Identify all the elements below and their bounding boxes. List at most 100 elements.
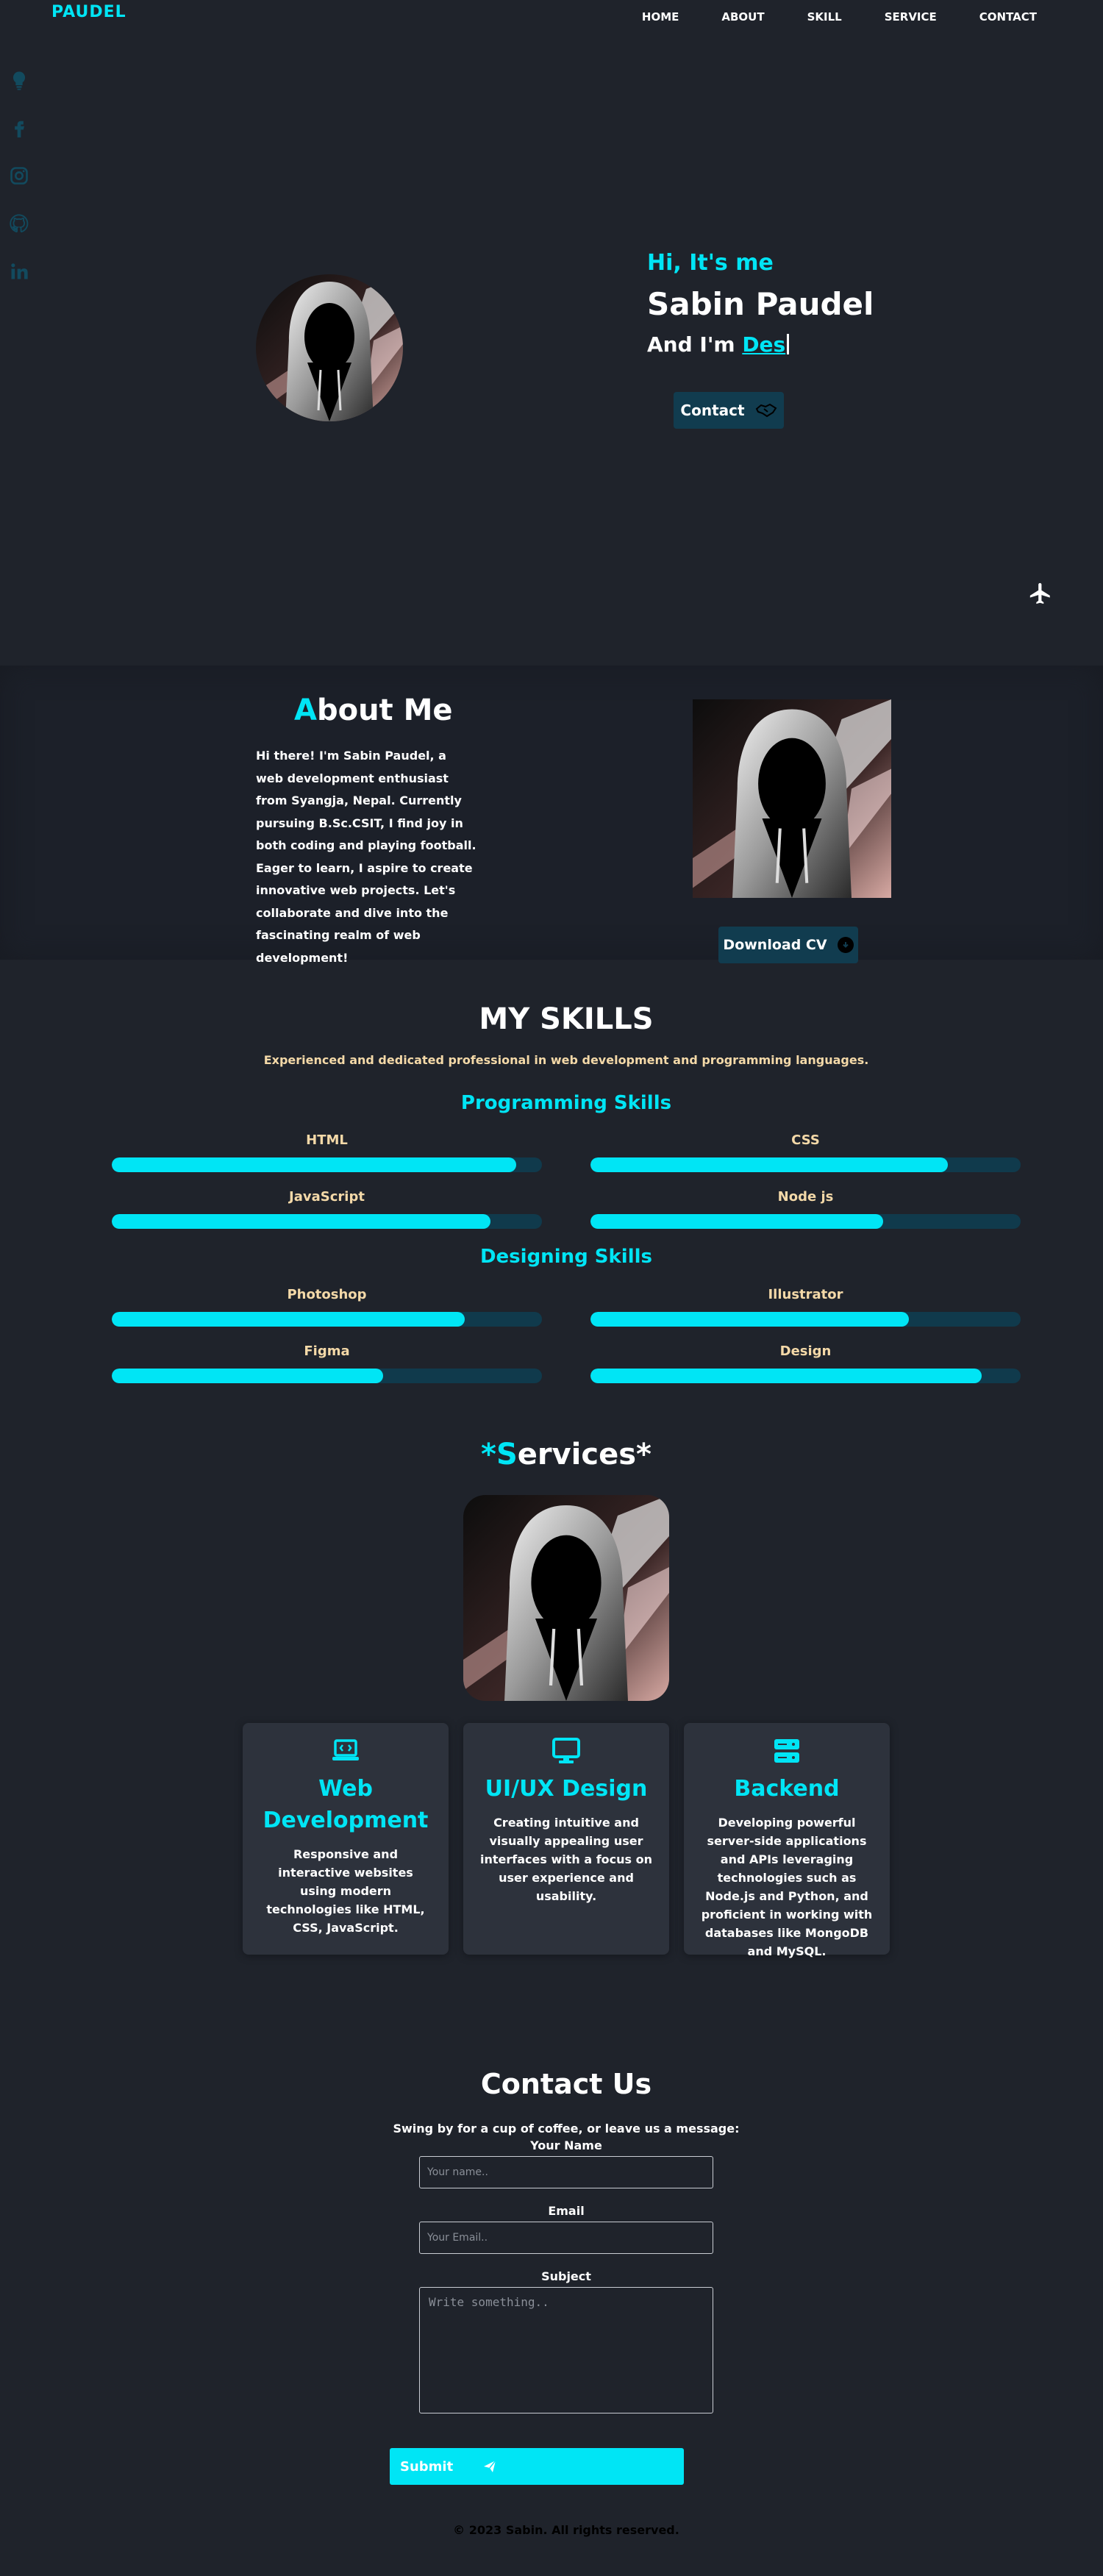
download-cv-label: Download CV [723, 937, 827, 953]
skill-css: CSS [590, 1132, 1021, 1172]
service-text: Responsive and interactive websites usin… [266, 1847, 425, 1935]
about-text: Hi there! I'm Sabin Paudel, a web develo… [256, 749, 476, 965]
hero-text: Hi, It's me Sabin Paudel And I'm Des [647, 250, 1015, 357]
subject-label: Subject [541, 2269, 591, 2283]
service-text: Developing powerful server-side applicat… [701, 1816, 873, 1958]
service-title: Backend [734, 1776, 840, 1802]
contact-subtitle: Swing by for a cup of coffee, or leave u… [393, 2122, 740, 2136]
skill-fill [590, 1312, 909, 1327]
skills-subtitle: Experienced and dedicated professional i… [263, 1053, 869, 1067]
skill-photoshop: Photoshop [112, 1287, 542, 1327]
hero-contact-label: Contact [680, 402, 745, 419]
skill-track [590, 1312, 1021, 1327]
name-label: Your Name [530, 2138, 602, 2152]
email-label: Email [548, 2204, 585, 2218]
skill-track [590, 1157, 1021, 1172]
skill-label: Node js [777, 1189, 834, 1205]
skill-fill [112, 1369, 383, 1383]
nav-about[interactable]: ABOUT [721, 10, 764, 24]
services-title-rest: ervices* [517, 1438, 652, 1471]
skill-label: Design [779, 1344, 832, 1359]
skill-track [112, 1312, 542, 1327]
lightbulb-icon[interactable] [9, 70, 31, 92]
about-title-rest: bout Me [316, 693, 453, 727]
service-card-backend[interactable]: Backend Developing powerful server-side … [684, 1723, 890, 1958]
download-icon [837, 937, 854, 953]
about-image [693, 699, 891, 898]
about-section [0, 666, 1103, 960]
skill-label: JavaScript [289, 1189, 365, 1205]
submit-label: Submit [400, 2458, 454, 2475]
nav-contact[interactable]: CONTACT [979, 10, 1037, 24]
main-menu: HOME ABOUT SKILL SERVICE CONTACT [599, 10, 1037, 24]
skills-title: MY SKILLS [479, 1002, 654, 1036]
nav-skill[interactable]: SKILL [807, 10, 842, 24]
skill-track [112, 1214, 542, 1229]
skill-label: CSS [791, 1132, 820, 1148]
designing-skills-title: Designing Skills [479, 1246, 653, 1268]
footer-copyright: © 2023 Sabin. All rights reserved. [453, 2523, 679, 2537]
linkedin-icon[interactable] [9, 261, 31, 283]
skill-track [112, 1369, 542, 1383]
service-title: Web Development [263, 1776, 429, 1833]
skill-javascript: JavaScript [112, 1189, 542, 1229]
plane-icon[interactable] [1028, 581, 1053, 606]
hero-role-line: And I'm Des [647, 332, 1015, 357]
name-input[interactable] [419, 2156, 713, 2188]
contact-title: Contact Us [480, 2068, 652, 2100]
skill-nodejs: Node js [590, 1189, 1021, 1229]
instagram-icon[interactable] [9, 165, 31, 188]
site-logo[interactable]: PAUDEL [51, 3, 126, 21]
nav-service[interactable]: SERVICE [885, 10, 937, 24]
skill-label: Figma [304, 1344, 350, 1359]
facebook-icon[interactable] [9, 118, 31, 140]
skill-fill [112, 1157, 516, 1172]
server-icon [774, 1739, 799, 1763]
services-title-star: * [481, 1438, 496, 1471]
service-title: UI/UX Design [485, 1776, 648, 1802]
skill-fill [590, 1214, 883, 1229]
services-image [463, 1495, 669, 1701]
hero-avatar [256, 274, 403, 421]
hero-role-prefix: And I'm [647, 332, 743, 357]
desktop-icon [552, 1738, 580, 1763]
github-icon[interactable] [9, 213, 31, 235]
skill-html: HTML [112, 1132, 542, 1172]
top-nav: PAUDEL HOME ABOUT SKILL SERVICE CONTACT [0, 0, 1103, 37]
skill-design: Design [590, 1344, 1021, 1383]
submit-button[interactable]: Submit [390, 2448, 684, 2485]
service-card-uiux-design[interactable]: UI/UX Design Creating intuitive and visu… [463, 1723, 669, 1955]
skill-track [590, 1214, 1021, 1229]
social-links [9, 70, 31, 309]
about-title: About Me [294, 693, 453, 727]
service-card-web-development[interactable]: Web Development Responsive and interacti… [243, 1723, 449, 1955]
handshake-icon [755, 403, 777, 418]
skill-label: HTML [306, 1132, 348, 1148]
hero-greeting: Hi, It's me [647, 250, 774, 276]
skill-fill [112, 1214, 490, 1229]
send-icon [484, 2460, 496, 2472]
skill-track [590, 1369, 1021, 1383]
hero-contact-button[interactable]: Contact [674, 392, 784, 429]
typing-caret [787, 334, 790, 354]
skill-label: Illustrator [768, 1287, 843, 1302]
skill-track [112, 1157, 542, 1172]
download-cv-button[interactable]: Download CV [718, 927, 858, 963]
skill-label: Photoshop [287, 1287, 367, 1302]
skill-fill [590, 1369, 982, 1383]
skill-illustrator: Illustrator [590, 1287, 1021, 1327]
nav-home[interactable]: HOME [642, 10, 679, 24]
hero-name: Sabin Paudel [647, 286, 874, 322]
services-title-first: S [496, 1438, 518, 1471]
skill-fill [590, 1157, 948, 1172]
service-text: Creating intuitive and visually appealin… [480, 1816, 652, 1903]
skill-figma: Figma [112, 1344, 542, 1383]
programming-skills-title: Programming Skills [460, 1092, 672, 1114]
hero-role-typed: Des [742, 332, 786, 357]
email-input[interactable] [419, 2222, 713, 2254]
skill-fill [112, 1312, 465, 1327]
about-title-first: A [294, 693, 317, 727]
laptop-code-icon [332, 1739, 359, 1760]
services-title: *Services* [0, 1438, 1103, 1471]
subject-textarea[interactable] [419, 2287, 713, 2413]
